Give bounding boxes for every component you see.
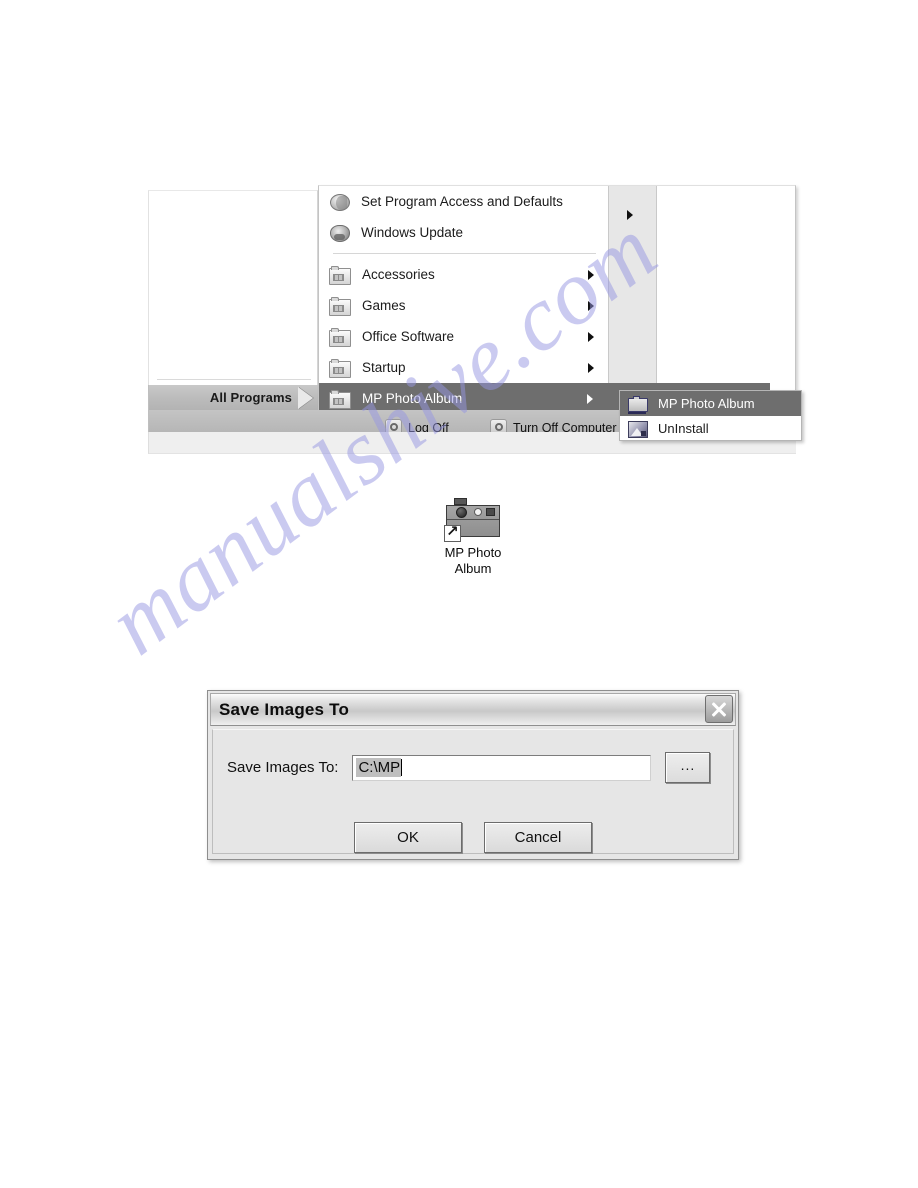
chevron-right-icon bbox=[588, 362, 594, 373]
dialog-title: Save Images To bbox=[219, 699, 350, 719]
save-path-row: Save Images To: C:\MP ... bbox=[227, 752, 721, 783]
text-caret bbox=[401, 759, 403, 776]
log-off-label: Log Off bbox=[408, 420, 449, 433]
submenu-item-label: UnInstall bbox=[658, 421, 709, 436]
camera-seam bbox=[447, 519, 499, 520]
shortcut-arrow-icon bbox=[444, 522, 461, 542]
chevron-right-icon bbox=[588, 331, 594, 342]
camera-top-detail bbox=[454, 498, 467, 505]
menu-item-label: Games bbox=[362, 298, 406, 313]
shortcut-label-line2: Album bbox=[454, 561, 492, 576]
close-icon[interactable] bbox=[705, 695, 733, 723]
menu-item-label: Windows Update bbox=[361, 225, 464, 240]
dialog-title-bar: Save Images To bbox=[210, 693, 736, 726]
power-icon bbox=[490, 419, 507, 432]
folder-icon bbox=[329, 358, 351, 378]
submenu-arrow-icon bbox=[627, 210, 633, 220]
save-images-to-dialog: Save Images To Save Images To: C:\MP ...… bbox=[207, 690, 739, 860]
save-path-input[interactable]: C:\MP bbox=[352, 754, 652, 781]
menu-item-startup[interactable]: Startup bbox=[319, 352, 608, 383]
ok-button[interactable]: OK bbox=[354, 822, 462, 853]
chevron-right-icon bbox=[588, 269, 594, 280]
camera-icon bbox=[628, 396, 648, 414]
left-column-divider bbox=[157, 379, 311, 380]
desktop-shortcut-mp-photo-album[interactable]: MP Photo Album bbox=[432, 491, 514, 591]
start-menu-left-column bbox=[148, 190, 318, 385]
menu-item-label: Startup bbox=[362, 360, 406, 375]
mp-photo-album-submenu: MP Photo Album UnInstall bbox=[619, 390, 802, 441]
menu-item-set-program-access[interactable]: Set Program Access and Defaults bbox=[319, 186, 608, 217]
submenu-item-uninstall[interactable]: UnInstall bbox=[620, 416, 801, 441]
folder-icon bbox=[329, 389, 351, 409]
dialog-body: Save Images To: C:\MP ... OK Cancel bbox=[212, 729, 734, 854]
shortcut-label-line1: MP Photo bbox=[444, 545, 502, 560]
chevron-right-icon bbox=[587, 393, 593, 404]
uninstall-icon bbox=[628, 420, 648, 438]
chevron-right-icon bbox=[588, 300, 594, 311]
folder-icon bbox=[329, 296, 351, 316]
turn-off-computer-label: Turn Off Computer bbox=[513, 420, 617, 433]
menu-item-windows-update[interactable]: Windows Update bbox=[319, 217, 608, 248]
menu-item-games[interactable]: Games bbox=[319, 290, 608, 321]
all-programs-label: All Programs bbox=[209, 390, 292, 405]
camera-flash bbox=[474, 508, 482, 516]
camera-button-detail bbox=[486, 508, 495, 516]
submenu-item-label: MP Photo Album bbox=[658, 396, 755, 411]
shield-icon bbox=[330, 225, 350, 242]
dialog-button-row: OK Cancel bbox=[213, 822, 733, 853]
menu-item-accessories[interactable]: Accessories bbox=[319, 259, 608, 290]
camera-lens bbox=[456, 507, 467, 518]
log-off-button[interactable]: Log Off bbox=[385, 419, 449, 432]
menu-item-label: Accessories bbox=[362, 267, 435, 282]
log-off-icon bbox=[385, 419, 402, 432]
camera-shortcut-icon bbox=[444, 495, 502, 542]
programs-menu-list: Set Program Access and Defaults Windows … bbox=[319, 186, 770, 414]
chevron-right-icon bbox=[298, 386, 313, 409]
turn-off-computer-button[interactable]: Turn Off Computer bbox=[490, 419, 617, 432]
browse-button[interactable]: ... bbox=[665, 752, 711, 783]
menu-item-office-software[interactable]: Office Software bbox=[319, 321, 608, 352]
menu-item-label: MP Photo Album bbox=[362, 391, 463, 406]
all-programs-button[interactable]: All Programs bbox=[148, 385, 318, 410]
cancel-button[interactable]: Cancel bbox=[484, 822, 592, 853]
menu-divider bbox=[333, 253, 596, 254]
flyout-secondary-column bbox=[608, 186, 657, 400]
menu-item-label: Office Software bbox=[362, 329, 455, 344]
folder-icon bbox=[329, 327, 351, 347]
save-path-label: Save Images To: bbox=[227, 759, 339, 776]
desktop-shortcut-label: MP Photo Album bbox=[445, 545, 502, 577]
submenu-item-mp-photo-album[interactable]: MP Photo Album bbox=[620, 391, 801, 416]
save-path-value: C:\MP bbox=[356, 758, 402, 777]
start-menu: All Programs Set Program Access and Defa… bbox=[148, 185, 802, 454]
folder-icon bbox=[329, 265, 351, 285]
globe-icon bbox=[330, 194, 350, 211]
menu-item-label: Set Program Access and Defaults bbox=[361, 194, 563, 209]
